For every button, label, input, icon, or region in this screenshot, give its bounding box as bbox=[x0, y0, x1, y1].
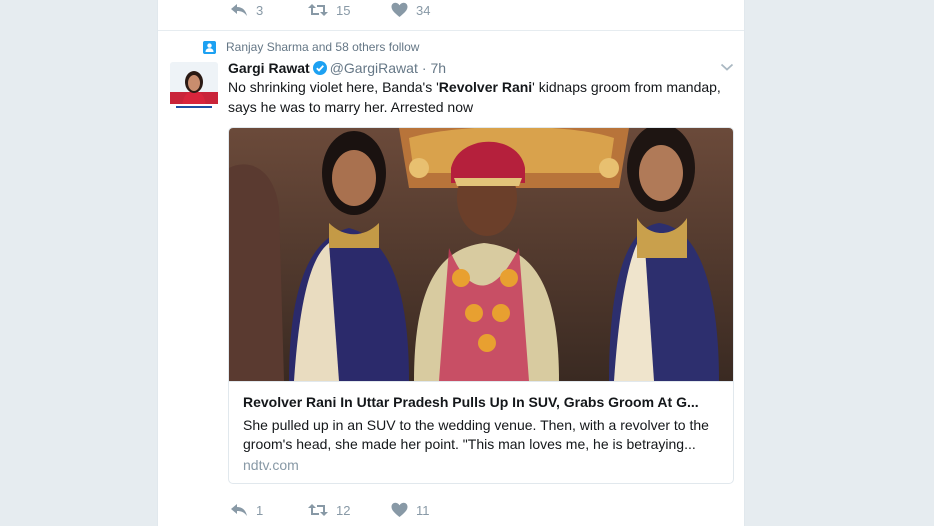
like-button[interactable]: 11 bbox=[391, 500, 430, 520]
like-count: 11 bbox=[416, 502, 430, 518]
card-domain: ndtv.com bbox=[243, 457, 299, 473]
reply-button[interactable]: 3 bbox=[230, 0, 263, 20]
retweet-count: 15 bbox=[336, 2, 351, 18]
card-image bbox=[229, 128, 733, 381]
retweet-icon bbox=[308, 504, 328, 516]
tweet-text: No shrinking violet here, Banda's 'Revol… bbox=[228, 77, 738, 117]
caret-down-icon[interactable] bbox=[720, 60, 734, 74]
reply-icon bbox=[231, 504, 247, 516]
avatar[interactable] bbox=[170, 62, 218, 110]
card-title[interactable]: Revolver Rani In Uttar Pradesh Pulls Up … bbox=[243, 392, 719, 412]
like-count: 34 bbox=[416, 2, 431, 18]
retweet-button[interactable]: 15 bbox=[308, 0, 350, 20]
header-separator: · bbox=[421, 60, 427, 76]
reply-count: 1 bbox=[256, 502, 264, 518]
tweet-text-bold: Revolver Rani bbox=[438, 79, 533, 95]
verified-badge-icon bbox=[312, 61, 327, 75]
like-button[interactable]: 34 bbox=[391, 0, 430, 20]
follow-context-icon bbox=[203, 40, 216, 54]
avatar-image bbox=[170, 62, 218, 110]
heart-icon bbox=[391, 2, 408, 17]
link-card[interactable]: Revolver Rani In Uttar Pradesh Pulls Up … bbox=[228, 127, 734, 484]
social-context[interactable]: Ranjay Sharma and 58 others follow bbox=[203, 39, 419, 55]
retweet-count: 12 bbox=[336, 502, 351, 518]
author-name[interactable]: Gargi Rawat bbox=[228, 60, 310, 76]
timestamp[interactable]: 7h bbox=[431, 60, 447, 76]
tweet-actions: 1 12 11 bbox=[158, 500, 744, 522]
previous-tweet-actions: 3 15 34 bbox=[158, 0, 744, 31]
tweet-header: Gargi Rawat @GargiRawat · 7h bbox=[228, 59, 446, 77]
author-handle[interactable]: @GargiRawat bbox=[330, 60, 418, 76]
retweet-icon bbox=[308, 4, 328, 16]
reply-button[interactable]: 1 bbox=[230, 500, 263, 520]
social-context-text: Ranjay Sharma and 58 others follow bbox=[226, 40, 420, 54]
retweet-button[interactable]: 12 bbox=[308, 500, 350, 520]
card-description: She pulled up in an SUV to the wedding v… bbox=[243, 417, 709, 452]
heart-icon bbox=[391, 502, 408, 517]
reply-count: 3 bbox=[256, 2, 264, 18]
tweet-text-part1: No shrinking violet here, Banda's ' bbox=[228, 79, 439, 95]
timeline-column: 3 15 34 Ranjay Sharma and 58 others foll… bbox=[157, 0, 745, 526]
reply-icon bbox=[231, 4, 247, 16]
card-body: Revolver Rani In Uttar Pradesh Pulls Up … bbox=[229, 381, 733, 483]
